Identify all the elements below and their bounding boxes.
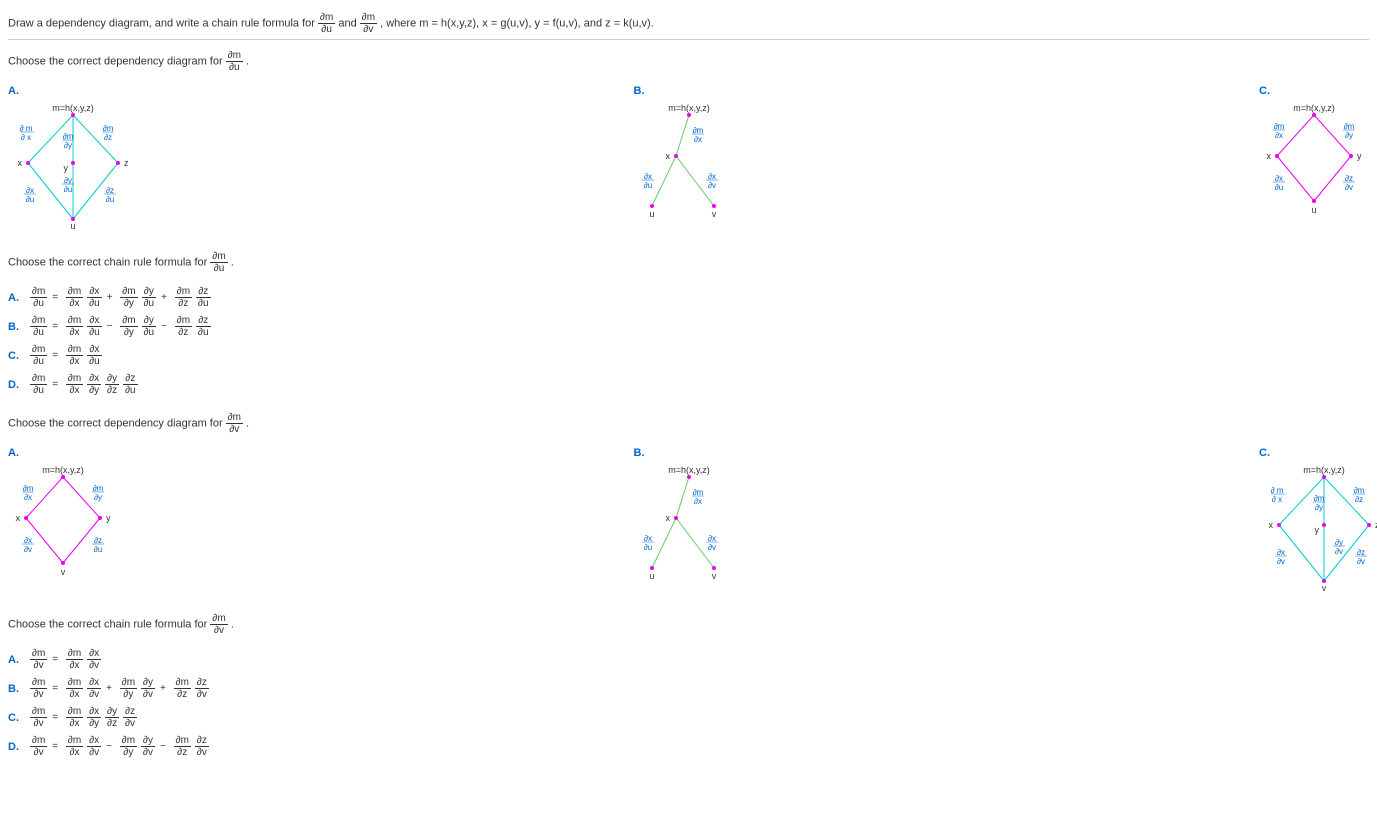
svg-text:∂m∂y: ∂m∂y bbox=[93, 484, 104, 502]
svg-text:∂x∂u: ∂x∂u bbox=[643, 534, 651, 552]
diag-u-option-b[interactable]: B. m=h(x,y,z) x u v ∂m∂x ∂x∂u ∂x∂v bbox=[634, 85, 1260, 231]
svg-text:u: u bbox=[1311, 205, 1316, 215]
option-label-c: C. bbox=[1259, 85, 1369, 97]
formula-v-b[interactable]: B. ∂m∂v= ∂m∂x∂x∂v+ ∂m∂y∂y∂v+ ∂m∂z∂z∂v bbox=[8, 677, 1369, 700]
svg-text:∂x∂v: ∂x∂v bbox=[708, 534, 716, 552]
svg-text:∂z∂v: ∂z∂v bbox=[1345, 174, 1353, 192]
svg-text:∂m∂y: ∂m∂y bbox=[1314, 494, 1325, 512]
svg-text:y: y bbox=[1315, 525, 1320, 535]
svg-text:x: x bbox=[665, 513, 670, 523]
header-post: , where m = h(x,y,z), x = g(u,v), y = f(… bbox=[380, 17, 654, 29]
diag-u-option-c[interactable]: C. m=h(x,y,z) x y u ∂m∂x ∂m∂y ∂x∂u ∂z∂v bbox=[1259, 85, 1369, 231]
header-pre: Draw a dependency diagram, and write a c… bbox=[8, 17, 318, 29]
prompt-diag-v: Choose the correct dependency diagram fo… bbox=[8, 412, 1369, 435]
svg-text:y: y bbox=[1357, 151, 1362, 161]
formula-v-a[interactable]: A. ∂m∂v= ∂m∂x∂x∂v bbox=[8, 648, 1369, 671]
svg-text:∂z∂u: ∂z∂u bbox=[94, 536, 102, 554]
svg-text:x: x bbox=[1267, 151, 1272, 161]
formula-v-c[interactable]: C. ∂m∂v= ∂m∂x∂x∂y∂y∂z∂z∂v bbox=[8, 706, 1369, 729]
formula-u-d[interactable]: D. ∂m∂u= ∂m∂x∂x∂y∂y∂z∂z∂u bbox=[8, 373, 1369, 396]
svg-text:∂m∂z: ∂m∂z bbox=[103, 124, 114, 142]
formula-list-u: A. ∂m∂u= ∂m∂x∂x∂u+ ∂m∂y∂y∂u+ ∂m∂z∂z∂u B.… bbox=[8, 286, 1369, 396]
svg-text:m=h(x,y,z): m=h(x,y,z) bbox=[668, 465, 710, 475]
diag-v-option-a[interactable]: A. m=h(x,y,z) x y v ∂m∂x ∂m∂y ∂x∂v ∂z∂u bbox=[8, 447, 634, 593]
svg-text:∂y∂u: ∂y∂u bbox=[64, 176, 72, 194]
diagram-row-u: A. m=h(x,y,z) x y z u ∂ m∂ x ∂m∂y ∂m∂z ∂… bbox=[8, 85, 1369, 231]
option-label-b: B. bbox=[634, 85, 1260, 97]
svg-text:∂y∂v: ∂y∂v bbox=[1335, 538, 1343, 556]
formula-u-a[interactable]: A. ∂m∂u= ∂m∂x∂x∂u+ ∂m∂y∂y∂u+ ∂m∂z∂z∂u bbox=[8, 286, 1369, 309]
svg-text:m=h(x,y,z): m=h(x,y,z) bbox=[52, 103, 94, 113]
svg-text:∂x∂u: ∂x∂u bbox=[26, 186, 34, 204]
formula-u-b[interactable]: B. ∂m∂u= ∂m∂x∂x∂u− ∂m∂y∂y∂u− ∂m∂z∂z∂u bbox=[8, 315, 1369, 338]
svg-text:y: y bbox=[64, 163, 69, 173]
svg-text:∂m∂x: ∂m∂x bbox=[23, 484, 34, 502]
svg-text:m=h(x,y,z): m=h(x,y,z) bbox=[42, 465, 84, 475]
svg-text:∂m∂y: ∂m∂y bbox=[1344, 122, 1355, 140]
svg-text:∂ m∂ x: ∂ m∂ x bbox=[1271, 486, 1284, 504]
header-frac-2: ∂m ∂v bbox=[360, 12, 377, 35]
svg-text:m=h(x,y,z): m=h(x,y,z) bbox=[668, 103, 710, 113]
svg-text:∂m∂x: ∂m∂x bbox=[692, 488, 703, 506]
header-mid: and bbox=[338, 17, 359, 29]
option-label-a: A. bbox=[8, 85, 634, 97]
svg-text:y: y bbox=[106, 513, 111, 523]
svg-text:u: u bbox=[649, 209, 654, 219]
svg-text:∂m∂x: ∂m∂x bbox=[1274, 122, 1285, 140]
question-header: Draw a dependency diagram, and write a c… bbox=[8, 8, 1369, 40]
svg-text:∂x∂u: ∂x∂u bbox=[1275, 174, 1283, 192]
svg-text:x: x bbox=[1269, 520, 1274, 530]
diag-u-a-svg: m=h(x,y,z) x y z u ∂ m∂ x ∂m∂y ∂m∂z ∂x∂u… bbox=[8, 101, 138, 231]
prompt-diag-u: Choose the correct dependency diagram fo… bbox=[8, 50, 1369, 73]
svg-text:∂x∂v: ∂x∂v bbox=[24, 536, 32, 554]
diag-u-c-svg: m=h(x,y,z) x y u ∂m∂x ∂m∂y ∂x∂u ∂z∂v bbox=[1259, 101, 1369, 221]
svg-text:u: u bbox=[649, 571, 654, 581]
svg-text:v: v bbox=[61, 567, 66, 577]
diag-u-option-a[interactable]: A. m=h(x,y,z) x y z u ∂ m∂ x ∂m∂y ∂m∂z ∂… bbox=[8, 85, 634, 231]
diag-v-option-c[interactable]: C. m=h(x,y,z) x y z v ∂ m∂ x ∂m∂y ∂m∂z ∂… bbox=[1259, 447, 1369, 593]
formula-u-c[interactable]: C. ∂m∂u= ∂m∂x∂x∂u bbox=[8, 344, 1369, 367]
svg-text:∂m∂x: ∂m∂x bbox=[692, 126, 703, 144]
svg-text:x: x bbox=[16, 513, 21, 523]
svg-text:z: z bbox=[124, 158, 129, 168]
svg-text:v: v bbox=[1322, 583, 1327, 593]
svg-text:x: x bbox=[18, 158, 23, 168]
svg-text:∂x∂u: ∂x∂u bbox=[643, 172, 651, 190]
diag-v-b-svg: m=h(x,y,z) x u v ∂m∂x ∂x∂u ∂x∂v bbox=[634, 463, 744, 583]
diag-v-c-svg: m=h(x,y,z) x y z v ∂ m∂ x ∂m∂y ∂m∂z ∂x∂v… bbox=[1259, 463, 1377, 593]
svg-text:∂x∂v: ∂x∂v bbox=[708, 172, 716, 190]
prompt-formula-u: Choose the correct chain rule formula fo… bbox=[8, 251, 1369, 274]
formula-list-v: A. ∂m∂v= ∂m∂x∂x∂v B. ∂m∂v= ∂m∂x∂x∂v+ ∂m∂… bbox=[8, 648, 1369, 758]
svg-text:∂m∂z: ∂m∂z bbox=[1354, 486, 1365, 504]
svg-text:x: x bbox=[665, 151, 670, 161]
svg-text:m=h(x,y,z): m=h(x,y,z) bbox=[1293, 103, 1335, 113]
svg-text:u: u bbox=[70, 221, 75, 231]
svg-text:v: v bbox=[711, 571, 716, 581]
svg-text:m=h(x,y,z): m=h(x,y,z) bbox=[1303, 465, 1345, 475]
header-frac-1: ∂m ∂u bbox=[318, 12, 335, 35]
formula-v-d[interactable]: D. ∂m∂v= ∂m∂x∂x∂v− ∂m∂y∂y∂v− ∂m∂z∂z∂v bbox=[8, 735, 1369, 758]
diagram-row-v: A. m=h(x,y,z) x y v ∂m∂x ∂m∂y ∂x∂v ∂z∂u … bbox=[8, 447, 1369, 593]
svg-text:∂z∂v: ∂z∂v bbox=[1357, 548, 1365, 566]
prompt-formula-v: Choose the correct chain rule formula fo… bbox=[8, 613, 1369, 636]
diag-u-b-svg: m=h(x,y,z) x u v ∂m∂x ∂x∂u ∂x∂v bbox=[634, 101, 744, 221]
svg-text:∂m∂y: ∂m∂y bbox=[63, 132, 74, 150]
svg-text:v: v bbox=[711, 209, 716, 219]
diag-v-a-svg: m=h(x,y,z) x y v ∂m∂x ∂m∂y ∂x∂v ∂z∂u bbox=[8, 463, 118, 583]
svg-text:∂ m∂ x: ∂ m∂ x bbox=[20, 124, 33, 142]
svg-text:∂x∂v: ∂x∂v bbox=[1277, 548, 1285, 566]
diag-v-option-b[interactable]: B. m=h(x,y,z) x u v ∂m∂x ∂x∂u ∂x∂v bbox=[634, 447, 1260, 593]
svg-text:∂z∂u: ∂z∂u bbox=[106, 186, 114, 204]
